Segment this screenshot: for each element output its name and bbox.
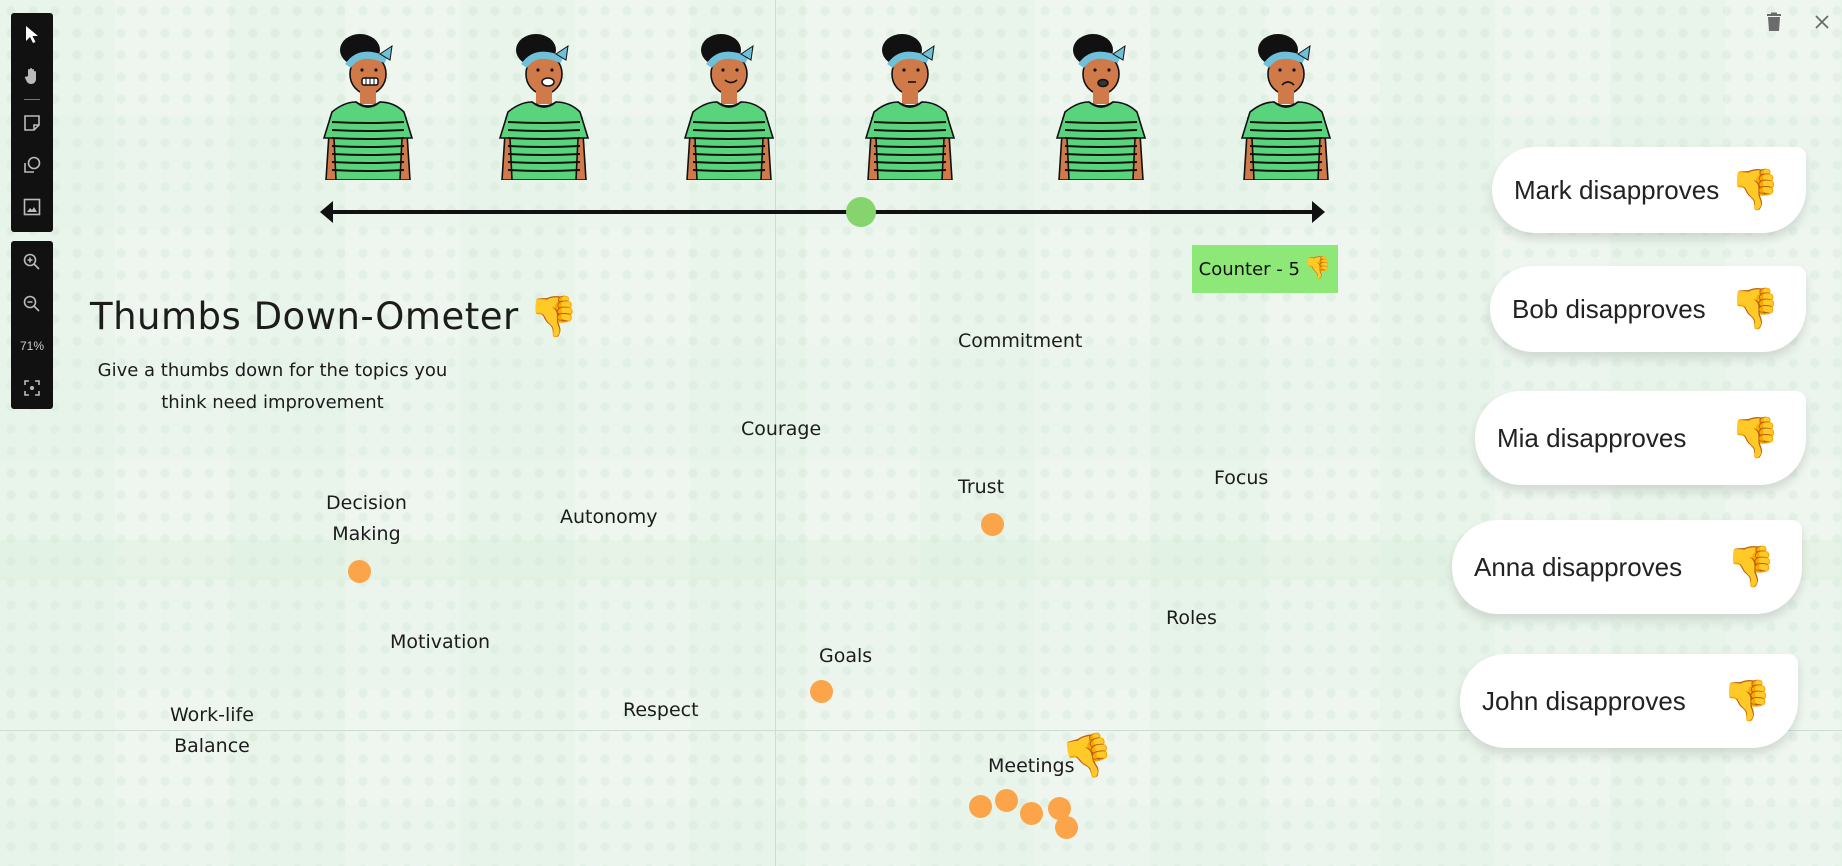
topic-work-life-balance[interactable]: Work-life Balance	[170, 700, 254, 762]
zoom-in-button[interactable]	[11, 241, 53, 283]
select-tool[interactable]	[11, 13, 53, 55]
character-uneasy	[862, 30, 958, 181]
sticky-note-tool[interactable]	[11, 102, 53, 144]
arrow-right-icon	[1312, 201, 1325, 223]
zoom-controls: 71%	[11, 241, 53, 409]
thumbs-down-icon: 👎	[1726, 545, 1776, 589]
disapproval-card[interactable]: Anna disapproves 👎	[1452, 520, 1802, 614]
shapes-icon	[24, 156, 41, 173]
delete-button[interactable]	[1762, 10, 1786, 34]
vote-dot[interactable]	[995, 789, 1018, 812]
disapproval-label: Mark disapproves	[1514, 174, 1720, 205]
character-content	[681, 30, 777, 181]
image-icon	[23, 198, 41, 216]
disapproval-label: Anna disapproves	[1474, 551, 1683, 582]
trash-icon	[1767, 12, 1781, 31]
topic-commitment[interactable]: Commitment	[958, 326, 1082, 357]
mood-slider-track[interactable]	[322, 210, 1320, 214]
zoom-out-button[interactable]	[11, 283, 53, 325]
disapproval-card[interactable]: Mia disapproves 👎	[1475, 391, 1806, 485]
page-title-text: Thumbs Down-Ometer	[90, 295, 519, 338]
topic-motivation[interactable]: Motivation	[390, 627, 490, 658]
tool-palette	[11, 13, 53, 232]
zoom-out-icon	[23, 295, 40, 312]
hand-icon	[24, 68, 36, 84]
topic-respect[interactable]: Respect	[623, 695, 699, 726]
disapproval-card[interactable]: Bob disapproves 👎	[1490, 266, 1806, 352]
character-surprised	[496, 30, 592, 181]
vote-dot[interactable]	[810, 680, 833, 703]
vote-dot[interactable]	[981, 513, 1004, 536]
topic-focus[interactable]: Focus	[1214, 463, 1268, 494]
disapproval-label: Bob disapproves	[1512, 293, 1706, 324]
thumbs-down-icon: 👎	[1730, 168, 1780, 212]
instructions: Give a thumbs down for the topics you th…	[97, 360, 448, 413]
cursor-icon	[26, 26, 38, 43]
zoom-level[interactable]: 71%	[20, 325, 44, 367]
topic-courage[interactable]: Courage	[741, 414, 821, 445]
zoom-in-icon	[23, 253, 40, 270]
thumbs-down-icon: 👎	[1730, 416, 1780, 460]
thumbs-down-icon: 👎	[528, 293, 580, 340]
counter-badge: Counter - 5 👎	[1192, 245, 1338, 293]
vote-dot[interactable]	[1055, 816, 1078, 839]
character-sad	[1238, 30, 1334, 181]
vote-dot[interactable]	[1020, 802, 1043, 825]
mood-slider-knob[interactable]	[845, 197, 876, 227]
toolbar-divider	[24, 99, 40, 100]
shapes-tool[interactable]	[11, 144, 53, 186]
vote-dot[interactable]	[348, 560, 371, 583]
pan-tool[interactable]	[11, 55, 53, 97]
vote-dot[interactable]	[969, 795, 992, 818]
arrow-left-icon	[320, 201, 333, 223]
thumbs-down-icon: 👎	[1303, 256, 1332, 281]
thumbs-down-sticker[interactable]: 👎	[1057, 727, 1118, 786]
close-icon	[1815, 15, 1829, 29]
page-title: Thumbs Down-Ometer 👎	[90, 295, 579, 338]
disapproval-label: Mia disapproves	[1497, 422, 1687, 453]
disapproval-card[interactable]: Mark disapproves 👎	[1492, 147, 1806, 233]
counter-label: Counter - 5	[1198, 258, 1300, 280]
disapproval-label: John disapproves	[1482, 685, 1686, 716]
thumbs-down-icon: 👎	[1722, 679, 1772, 723]
topic-autonomy[interactable]: Autonomy	[560, 502, 658, 533]
disapproval-card[interactable]: John disapproves 👎	[1460, 654, 1798, 748]
thumbs-down-icon: 👎	[1730, 287, 1780, 331]
fit-screen-icon	[24, 380, 40, 396]
topic-decision-making[interactable]: Decision Making	[326, 488, 407, 550]
sticky-note-icon	[24, 115, 40, 131]
character-grinning	[320, 30, 416, 181]
topic-roles[interactable]: Roles	[1166, 603, 1217, 634]
topic-goals[interactable]: Goals	[819, 641, 872, 672]
character-worried	[1053, 30, 1149, 181]
image-tool[interactable]	[11, 186, 53, 228]
topic-trust[interactable]: Trust	[958, 472, 1004, 503]
close-button[interactable]	[1810, 10, 1834, 34]
fit-screen-button[interactable]	[11, 367, 53, 409]
